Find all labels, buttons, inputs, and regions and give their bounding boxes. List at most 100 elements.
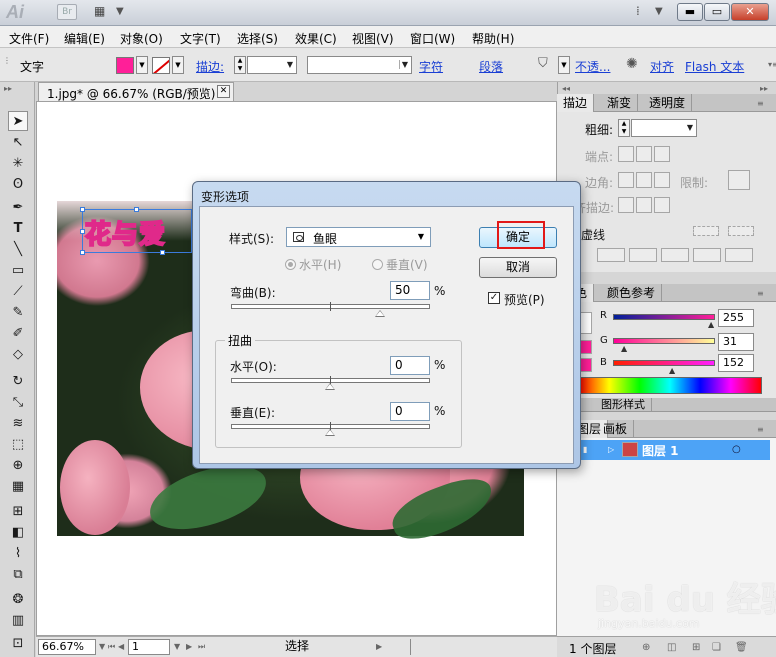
zoom-field[interactable]: 66.67%: [38, 639, 96, 655]
first-page-icon[interactable]: ⏮: [108, 642, 115, 652]
line-tool-icon[interactable]: ╲: [8, 240, 28, 260]
distort-horizontal-field[interactable]: 0: [390, 356, 430, 375]
pencil-tool-icon[interactable]: ✎: [8, 303, 28, 323]
bbox-handle[interactable]: [80, 229, 85, 234]
align-center-button[interactable]: [618, 197, 634, 213]
expand-layer-icon[interactable]: ▷: [608, 445, 614, 454]
bbox-handle[interactable]: [160, 250, 165, 255]
menu-edit[interactable]: 编辑(E): [64, 30, 105, 47]
dock-expand-icon[interactable]: ▸▸: [760, 84, 768, 93]
new-sublayer-icon[interactable]: ⊞: [692, 642, 700, 653]
r-slider[interactable]: [613, 314, 715, 320]
dash-preset-button[interactable]: [693, 226, 719, 236]
limit-field[interactable]: [728, 170, 750, 190]
control-bar-grip[interactable]: ⋮: [3, 56, 11, 65]
align-link[interactable]: 对齐: [650, 58, 674, 75]
dash-preset-button-2[interactable]: [728, 226, 754, 236]
preview-checkbox[interactable]: ✓: [488, 292, 500, 304]
direct-selection-tool-icon[interactable]: ↖: [8, 133, 28, 153]
fill-dropdown-icon[interactable]: ▼: [136, 56, 148, 74]
stroke-panel-menu-icon[interactable]: ≡: [757, 99, 764, 108]
new-layer-icon[interactable]: ❏: [712, 642, 721, 653]
font-family-dropdown[interactable]: ▼: [307, 56, 412, 74]
eraser-tool-icon[interactable]: ◇: [8, 345, 28, 365]
tab-transparency[interactable]: 透明度: [643, 94, 693, 112]
menu-file[interactable]: 文件(F): [9, 30, 49, 47]
vertical-radio[interactable]: [372, 259, 383, 270]
opacity-link[interactable]: 不透...: [575, 58, 610, 75]
warped-text-object[interactable]: 花与爱: [82, 209, 192, 253]
dash-field-2[interactable]: [661, 248, 689, 262]
menu-effect[interactable]: 效果(C): [295, 30, 337, 47]
maximize-button[interactable]: ▭: [704, 3, 730, 21]
b-slider-thumb[interactable]: ▲: [669, 366, 675, 375]
g-slider-thumb[interactable]: ▲: [621, 344, 627, 353]
menu-object[interactable]: 对象(O): [120, 30, 163, 47]
menu-help[interactable]: 帮助(H): [472, 30, 514, 47]
arrange-dropdown-icon[interactable]: ▼: [116, 6, 124, 17]
character-link[interactable]: 字符: [419, 58, 443, 75]
workspace-switcher-icon[interactable]: ⁞: [636, 4, 640, 18]
layers-panel-menu-icon[interactable]: ≡: [757, 425, 764, 434]
document-tab[interactable]: 1.jpg* @ 66.67% (RGB/预览) ✕: [38, 82, 234, 101]
tools-collapse-icon[interactable]: ▸▸: [4, 84, 12, 93]
miter-join-button[interactable]: [618, 172, 634, 188]
horizontal-radio[interactable]: [285, 259, 296, 270]
distort-horizontal-thumb[interactable]: [325, 383, 335, 390]
stroke-dropdown-icon[interactable]: ▼: [172, 56, 184, 74]
butt-cap-button[interactable]: [618, 146, 634, 162]
rotate-tool-icon[interactable]: ↻: [8, 372, 28, 392]
flash-text-link[interactable]: Flash 文本: [685, 58, 744, 75]
tab-artboards[interactable]: 画板: [597, 420, 635, 438]
weight-dropdown[interactable]: ▼: [631, 119, 697, 137]
b-slider[interactable]: [613, 360, 715, 366]
page-dropdown-icon[interactable]: ▼: [174, 642, 180, 651]
stroke-color-swatch[interactable]: [152, 57, 170, 74]
control-bar-menu-icon[interactable]: ▾≡: [768, 60, 776, 69]
distort-vertical-thumb[interactable]: [325, 429, 335, 436]
menu-window[interactable]: 窗口(W): [410, 30, 455, 47]
close-button[interactable]: ✕: [731, 3, 769, 21]
fill-color-swatch[interactable]: [116, 57, 134, 74]
page-field[interactable]: 1: [128, 639, 170, 655]
bend-slider[interactable]: [231, 302, 430, 311]
magic-wand-tool-icon[interactable]: ✳: [8, 154, 28, 174]
last-page-icon[interactable]: ⏭: [198, 642, 205, 652]
b-value-field[interactable]: 152: [718, 354, 754, 372]
delete-layer-icon[interactable]: 🗑: [735, 642, 748, 653]
round-join-button[interactable]: [636, 172, 652, 188]
r-slider-thumb[interactable]: ▲: [708, 320, 714, 329]
shape-builder-tool-icon[interactable]: ⊕: [8, 456, 28, 476]
pen-tool-icon[interactable]: ✒: [8, 198, 28, 218]
bend-slider-thumb[interactable]: [375, 310, 385, 317]
close-document-icon[interactable]: ✕: [217, 85, 230, 98]
bbox-handle[interactable]: [80, 250, 85, 255]
tab-stroke[interactable]: 描边: [557, 94, 595, 112]
bbox-handle[interactable]: [134, 207, 139, 212]
type-tool-icon[interactable]: T: [8, 219, 28, 239]
clipping-mask-icon[interactable]: ◫: [667, 642, 676, 653]
selection-tool-icon[interactable]: ➤: [8, 111, 28, 131]
stroke-link[interactable]: 描边:: [196, 58, 224, 75]
color-panel-menu-icon[interactable]: ≡: [757, 289, 764, 298]
cancel-button[interactable]: 取消: [479, 257, 557, 278]
g-slider[interactable]: [613, 338, 715, 344]
prev-page-icon[interactable]: ◀: [118, 642, 124, 651]
visibility-eye-icon[interactable]: ▮: [583, 445, 587, 454]
align-outside-button[interactable]: [654, 197, 670, 213]
layer-row[interactable]: ▮ ▷ 图层 1 ○: [580, 440, 770, 460]
rectangle-tool-icon[interactable]: ▭: [8, 261, 28, 281]
eyedropper-tool-icon[interactable]: ⌇: [8, 544, 28, 564]
envelope-dropdown-icon[interactable]: ▼: [558, 56, 570, 74]
gap-field-2[interactable]: [693, 248, 721, 262]
perspective-grid-tool-icon[interactable]: ▦: [8, 477, 28, 497]
menu-view[interactable]: 视图(V): [352, 30, 394, 47]
dash-field-3[interactable]: [725, 248, 753, 262]
square-cap-button[interactable]: [654, 146, 670, 162]
free-transform-tool-icon[interactable]: ⬚: [8, 435, 28, 455]
locate-object-icon[interactable]: ⊕: [642, 642, 650, 653]
paintbrush-tool-icon[interactable]: ⟋: [8, 282, 28, 302]
weight-stepper[interactable]: ▲ ▼: [618, 119, 630, 137]
next-page-icon[interactable]: ▶: [186, 642, 192, 651]
menu-type[interactable]: 文字(T): [180, 30, 221, 47]
